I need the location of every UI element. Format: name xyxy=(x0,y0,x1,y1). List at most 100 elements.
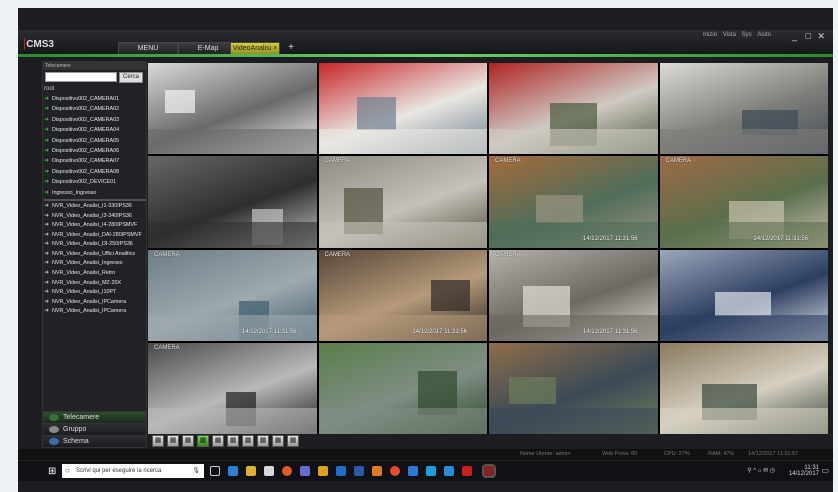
snapshot-icon[interactable]: ▦ xyxy=(257,435,269,447)
network-icon[interactable] xyxy=(354,466,364,476)
layout-9-icon[interactable]: ▦ xyxy=(182,435,194,447)
nvr-item[interactable]: ➜ NVR_Video_Analisi_I1-330IPS36 xyxy=(44,202,146,212)
schema-button[interactable]: Schema xyxy=(43,435,146,447)
layout-36-icon[interactable]: ▦ xyxy=(227,435,239,447)
camera-label: CAMERA xyxy=(324,158,351,165)
device-item[interactable]: ➜ Dispositivo002_DEVICE01 xyxy=(44,177,146,187)
layout-1-icon[interactable]: ▦ xyxy=(152,435,164,447)
nvr-item[interactable]: ➜ NVR_Video_Analisi_I4-280IPSMVF xyxy=(44,221,146,231)
cms-taskbar-icon[interactable] xyxy=(484,466,494,476)
layout-4-icon[interactable]: ▦ xyxy=(167,435,179,447)
app-icon[interactable] xyxy=(300,466,310,476)
scene-block xyxy=(431,279,471,311)
camera-view[interactable]: CAMERA 14/12/2017 11:31:56 xyxy=(148,249,317,341)
device-item[interactable]: ➜ Dispositivo002_CAMERA03 xyxy=(44,115,146,125)
camera-view[interactable] xyxy=(318,63,487,155)
nvr-icon: ➜ xyxy=(44,222,50,229)
close-button[interactable]: ✕ xyxy=(817,31,825,42)
camera-view[interactable] xyxy=(148,63,317,155)
camera-view[interactable] xyxy=(148,156,317,248)
nvr-icon: ➜ xyxy=(44,279,50,286)
nvr-icon: ➜ xyxy=(44,270,50,277)
device-item[interactable]: ➜ Ingresso_Ingresso xyxy=(44,188,146,198)
file-explorer-icon[interactable] xyxy=(246,466,256,476)
menu-item-aiuto[interactable]: Aiuto xyxy=(757,32,771,38)
search-circle-icon: ○ xyxy=(65,466,70,475)
menu-item-vista[interactable]: Vista xyxy=(723,32,736,38)
add-tab-button[interactable]: + xyxy=(284,42,298,54)
camera-view[interactable]: CAMERA 14/12/2017 11:31:56 xyxy=(489,249,658,341)
windows-start-icon[interactable]: ⊞ xyxy=(48,466,56,477)
device-item[interactable]: ➜ Dispositivo002_CAMERA04 xyxy=(44,125,146,135)
camera-timestamp: 14/12/2017 11:31:56 xyxy=(582,328,638,335)
camera-view[interactable] xyxy=(659,249,828,341)
nvr-item[interactable]: ➜ NVR_Video_Analisi_I10PT xyxy=(44,288,146,298)
store-icon[interactable] xyxy=(264,466,274,476)
nvr-item[interactable]: ➜ NVR_Video_Analisi_MZ-20X xyxy=(44,279,146,289)
nvr-item[interactable]: ➜ NVR_Video_Analisi_DAI-280IPSMVF xyxy=(44,231,146,241)
status-user: Nome Utente: admin xyxy=(520,451,571,457)
taskbar-clock[interactable]: 11:31 14/12/2017 xyxy=(789,465,819,477)
record-icon[interactable]: ▦ xyxy=(272,435,284,447)
device-item[interactable]: ➜ Dispositivo002_CAMERA08 xyxy=(44,167,146,177)
ie-icon[interactable] xyxy=(336,466,346,476)
nvr-icon: ➜ xyxy=(44,202,50,209)
maximize-button[interactable]: □ xyxy=(806,31,811,41)
nvr-item[interactable]: ➜ NVR_Video_Analisi_IPCamera xyxy=(44,307,146,317)
pdf-icon[interactable] xyxy=(462,466,472,476)
task-view-icon[interactable] xyxy=(210,466,220,476)
edge-icon[interactable] xyxy=(228,466,238,476)
search-input[interactable] xyxy=(45,72,117,82)
firefox-icon[interactable] xyxy=(282,466,292,476)
device-sidebar: Telecamere Cerca root ➜ Dispositivo002_CA… xyxy=(42,61,147,448)
camera-view[interactable] xyxy=(659,342,828,434)
gruppo-button[interactable]: Gruppo xyxy=(43,423,146,435)
nvr-item[interactable]: ➜ NVR_Video_Analisi_Uffici Analitics xyxy=(44,250,146,260)
camera-view[interactable]: CAMERA 14/12/2017 11:31:56 xyxy=(318,249,487,341)
device-item[interactable]: ➜ Dispositivo002_CAMERA06 xyxy=(44,146,146,156)
camera-online-icon: ➜ xyxy=(44,116,50,123)
nvr-item[interactable]: ➜ NVR_Video_Analisi_IPCamera xyxy=(44,298,146,308)
device-item[interactable]: ➜ Dispositivo002_CAMERA02 xyxy=(44,104,146,114)
device-item[interactable]: ➜ Dispositivo002_CAMERA07 xyxy=(44,156,146,166)
menu-item-sys[interactable]: Sys xyxy=(742,32,752,38)
app-title: CMS3 xyxy=(26,38,54,50)
layout-64-icon[interactable]: ▦ xyxy=(242,435,254,447)
telecamere-button[interactable]: Telecamere xyxy=(43,411,146,423)
device-item[interactable]: ➜ Dispositivo002_CAMERA05 xyxy=(44,136,146,146)
close-tab-icon[interactable]: × xyxy=(273,45,277,52)
skype-business-icon[interactable] xyxy=(444,466,454,476)
layout-25-icon[interactable]: ▦ xyxy=(212,435,224,447)
skype-icon[interactable] xyxy=(426,466,436,476)
camera-view[interactable]: CAMERA xyxy=(318,156,487,248)
system-tray-icons[interactable]: ⚲ ^ ⌂ ✉ ◷ xyxy=(747,467,775,474)
outlook-icon[interactable] xyxy=(408,466,418,476)
folder-icon[interactable] xyxy=(318,466,328,476)
fullscreen-icon[interactable]: ▦ xyxy=(287,435,299,447)
nvr-item[interactable]: ➜ NVR_Video_Analisi_Ingresso xyxy=(44,259,146,269)
microphone-icon[interactable]: 🎙 xyxy=(192,464,200,478)
camera-view[interactable]: CAMERA 14/12/2017 11:31:56 xyxy=(659,156,828,248)
menu-item-inizio[interactable]: Inizio xyxy=(703,32,717,38)
nvr-item[interactable]: ➜ NVR_Video_Analisi_Retro xyxy=(44,269,146,279)
notification-icon[interactable]: ▭ xyxy=(821,466,829,475)
layout-16-icon[interactable]: ▦ xyxy=(197,435,209,447)
camera-view[interactable] xyxy=(489,342,658,434)
tree-root[interactable]: root xyxy=(44,85,146,94)
minimize-button[interactable]: _ xyxy=(792,31,797,41)
nvr-item[interactable]: ➜ NVR_Video_Analisi_DI-250IPS36 xyxy=(44,240,146,250)
group-icon xyxy=(49,426,59,433)
camera-view[interactable] xyxy=(489,63,658,155)
nvr-item[interactable]: ➜ NVR_Video_Analisi_I3-340IPS36 xyxy=(44,212,146,222)
nvr-icon: ➜ xyxy=(44,289,50,296)
camera-view[interactable] xyxy=(318,342,487,434)
device-item[interactable]: ➜ Dispositivo002_CAMERA01 xyxy=(44,94,146,104)
vlc-icon[interactable] xyxy=(372,466,382,476)
chrome-icon[interactable] xyxy=(390,466,400,476)
search-button[interactable]: Cerca xyxy=(119,72,143,83)
accent-divider xyxy=(18,54,833,57)
camera-view[interactable]: CAMERA 14/12/2017 11:31:56 xyxy=(489,156,658,248)
taskbar-search-box[interactable]: ○ Scrivi qui per eseguire la ricerca 🎙 xyxy=(62,464,204,478)
camera-view[interactable]: CAMERA xyxy=(148,342,317,434)
camera-view[interactable] xyxy=(659,63,828,155)
